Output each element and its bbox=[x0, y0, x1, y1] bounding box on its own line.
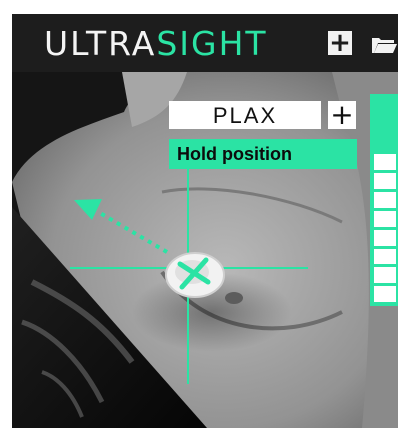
progress-segment bbox=[374, 210, 396, 227]
logo-text-sight: SIGHT bbox=[156, 23, 268, 63]
folder-open-icon[interactable] bbox=[370, 32, 398, 56]
logo-text-ultra: ULTRA bbox=[44, 23, 157, 63]
progress-segment bbox=[374, 267, 396, 284]
progress-segment bbox=[374, 248, 396, 265]
view-label: PLAX bbox=[169, 101, 321, 129]
progress-segment bbox=[374, 116, 396, 133]
progress-segment bbox=[374, 173, 396, 190]
hold-position-banner: Hold position bbox=[169, 139, 357, 169]
ultrasight-logo: ULTRA SIGHT bbox=[44, 20, 268, 66]
app-header: ULTRA SIGHT + bbox=[12, 14, 398, 72]
progress-segment bbox=[374, 135, 396, 152]
add-view-plus-icon[interactable]: + bbox=[328, 101, 356, 129]
progress-segment bbox=[374, 229, 396, 246]
add-plus-icon[interactable]: + bbox=[328, 30, 352, 56]
progress-segment bbox=[374, 192, 396, 208]
progress-segment bbox=[374, 98, 396, 114]
capture-progress-bar bbox=[370, 94, 398, 306]
progress-segment bbox=[374, 286, 396, 302]
app-frame: ULTRA SIGHT + PLAX + Hold position bbox=[12, 14, 398, 428]
progress-segment bbox=[374, 154, 396, 171]
probe-icon bbox=[165, 252, 225, 298]
